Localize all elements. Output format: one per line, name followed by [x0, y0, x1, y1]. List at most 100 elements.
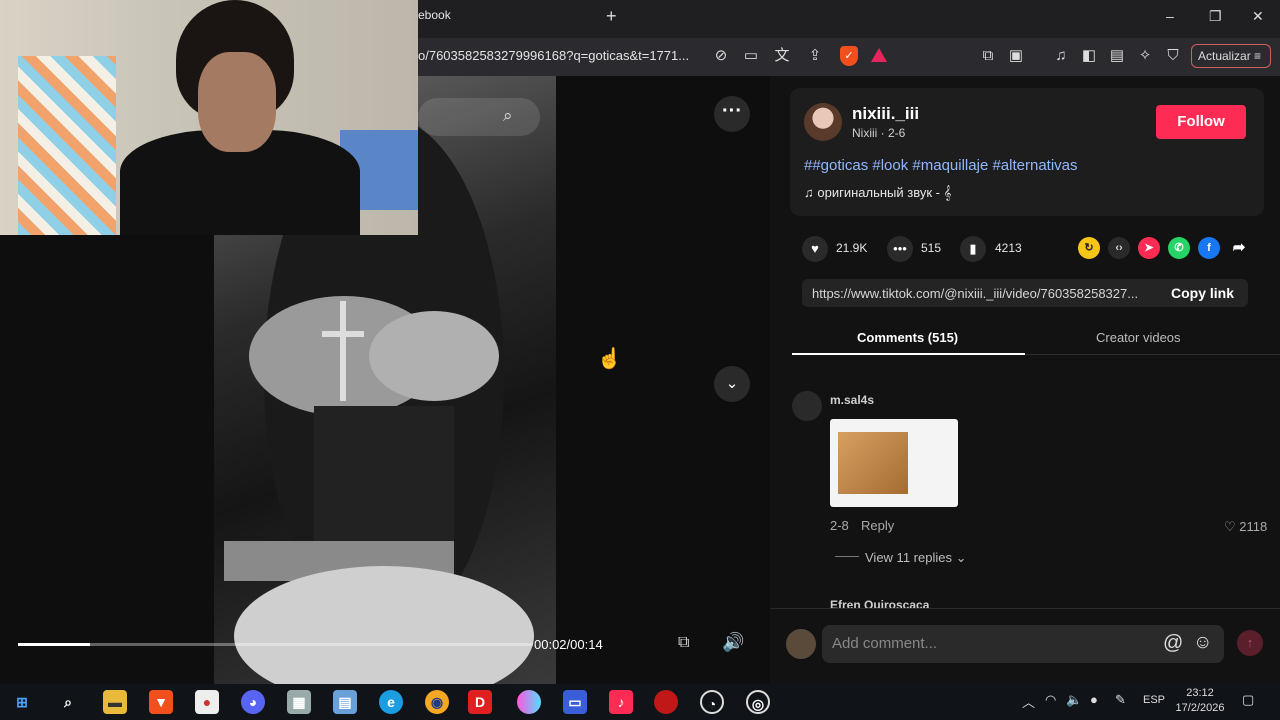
repost-icon[interactable]: ↻ — [1078, 237, 1100, 259]
view-replies-label: View 11 replies — [865, 550, 952, 565]
author-username[interactable]: nixiii._iii — [852, 104, 919, 124]
notification-icon[interactable]: ▢ — [1242, 692, 1254, 708]
tab-comments[interactable]: Comments (515) — [857, 330, 958, 345]
brave-browser-icon[interactable]: ▼ — [149, 690, 173, 714]
file-explorer-icon[interactable]: ▬ — [103, 690, 127, 714]
music-note-icon: ♫ — [804, 185, 818, 200]
webcam-background-curtain — [18, 56, 116, 235]
webcam-person-face — [198, 52, 276, 152]
new-tab-button[interactable]: + — [606, 6, 617, 27]
wallet-icon[interactable]: ▤ — [1107, 46, 1127, 66]
share-link-text[interactable]: https://www.tiktok.com/@nixiii._iii/vide… — [812, 286, 1154, 301]
comment-placeholder[interactable]: Add comment... — [832, 635, 937, 652]
copy-link-button[interactable]: Copy link — [1171, 285, 1234, 301]
sound-link[interactable]: ♫ оригинальный звук - 𝄞 — [804, 185, 951, 201]
app-icon[interactable]: ▦ — [287, 690, 311, 714]
comment-like-count: 2118 — [1239, 519, 1268, 534]
speaker-icon[interactable]: 🔈 — [1066, 692, 1082, 708]
comment-reply-button[interactable]: Reply — [861, 518, 894, 533]
webcam-overlay — [0, 0, 418, 235]
camera-app-icon[interactable]: ◎ — [746, 690, 770, 714]
like-count: 21.9K — [836, 241, 868, 255]
embed-icon[interactable]: ‹› — [1108, 237, 1130, 259]
send-comment-button[interactable]: ↑ — [1237, 630, 1263, 656]
minimize-button[interactable]: – — [1166, 8, 1174, 24]
time-display: 00:02/00:14 — [534, 637, 603, 652]
brave-shield-icon[interactable]: ✓ — [840, 46, 858, 66]
tab-creator-videos[interactable]: Creator videos — [1096, 330, 1181, 345]
clock[interactable]: 23:12 17/2/2026 — [1172, 686, 1228, 716]
app-icon[interactable]: ● — [195, 690, 219, 714]
emoji-icon[interactable]: ☺ — [1193, 632, 1212, 654]
tabs-active-indicator — [792, 353, 1025, 355]
comment-like[interactable]: ♡ 2118 — [1224, 519, 1267, 535]
update-label: Actualizar — [1198, 49, 1251, 63]
wifi-icon[interactable]: ◠ — [1045, 692, 1056, 708]
translate-icon[interactable]: 文 — [772, 46, 792, 66]
whatsapp-icon[interactable]: ✆ — [1168, 237, 1190, 259]
discord-icon[interactable]: ◕ — [241, 690, 265, 714]
sound-label: оригинальный звук - 𝄞 — [817, 185, 952, 200]
maximize-button[interactable]: ❐ — [1209, 8, 1222, 25]
tracking-off-icon[interactable]: ⊘ — [711, 46, 731, 66]
start-icon[interactable]: ⊞ — [10, 690, 34, 714]
chevron-down-icon: ⌄ — [955, 550, 967, 565]
update-button[interactable]: Actualizar ≡ — [1191, 44, 1271, 68]
comment-avatar[interactable] — [792, 391, 822, 421]
comment-username[interactable]: m.sal4s — [830, 393, 874, 407]
browser-tab-title[interactable]: ebook — [418, 8, 451, 22]
comment-image-box — [838, 432, 908, 494]
bookmark-icon[interactable]: ▮ — [960, 236, 986, 262]
view-replies-button[interactable]: View 11 replies ⌄ — [865, 550, 967, 566]
edge-icon[interactable]: e — [379, 690, 403, 714]
share-arrow-icon[interactable]: ➦ — [1228, 237, 1250, 259]
music-icon[interactable]: ♫ — [1051, 46, 1071, 66]
leo-ai-icon[interactable]: ✧ — [1135, 46, 1155, 66]
app-icon[interactable] — [654, 690, 678, 714]
comment-icon[interactable]: ••• — [887, 236, 913, 262]
vpn-icon[interactable]: ⛉ — [1163, 46, 1183, 66]
pen-icon[interactable]: ✎ — [1115, 692, 1126, 708]
share-page-icon[interactable]: ⇪ — [805, 46, 825, 66]
app-icon[interactable]: ▭ — [563, 690, 587, 714]
like-icon[interactable]: ♥ — [802, 236, 828, 262]
progress-fill — [18, 643, 91, 646]
author-nickname-date: Nixiii · 2-6 — [852, 126, 906, 140]
view-replies-line — [835, 556, 859, 557]
windows-taskbar — [0, 684, 1280, 720]
clock-date: 17/2/2026 — [1175, 702, 1225, 714]
notepad-icon[interactable]: ▤ — [333, 690, 357, 714]
app-icon[interactable]: ◔ — [700, 690, 724, 714]
app-icon[interactable] — [517, 690, 541, 714]
close-window-button[interactable]: ✕ — [1252, 8, 1264, 25]
taskbar-search-icon[interactable]: ⌕ — [56, 690, 80, 714]
screenshot-icon[interactable]: ▣ — [1006, 46, 1026, 66]
sidebar-icon[interactable]: ◧ — [1079, 46, 1099, 66]
facebook-icon[interactable]: f — [1198, 237, 1220, 259]
next-video-button[interactable]: ⌄ — [714, 366, 750, 402]
picture-in-picture-icon[interactable]: ⧉ — [678, 634, 689, 652]
app-icon[interactable]: D — [468, 690, 492, 714]
search-icon[interactable]: ⌕ — [503, 106, 513, 126]
more-options-button[interactable]: ··· — [714, 96, 750, 132]
follow-button[interactable]: Follow — [1156, 105, 1246, 139]
extensions-icon[interactable]: ⧉ — [978, 46, 998, 66]
tray-expand-icon[interactable]: ︿ — [1022, 692, 1035, 711]
tiktok-icon[interactable]: ♪ — [609, 690, 633, 714]
cast-icon[interactable]: ▭ — [741, 46, 761, 66]
brave-rewards-icon[interactable] — [871, 48, 887, 62]
progress-track[interactable] — [18, 643, 533, 646]
hashtags[interactable]: ##goticas #look #maquillaje #alternativa… — [804, 157, 1078, 174]
send-to-friends-icon[interactable]: ➤ — [1138, 237, 1160, 259]
save-count: 4213 — [995, 241, 1022, 255]
mention-icon[interactable]: @ — [1163, 632, 1183, 655]
video-search-box[interactable] — [418, 98, 540, 136]
hand-cursor-icon: ☝ — [597, 348, 622, 370]
app-icon[interactable]: ◉ — [425, 690, 449, 714]
volume-icon[interactable]: 🔊 — [722, 632, 744, 653]
language-indicator[interactable]: ESP — [1143, 694, 1165, 706]
address-bar[interactable]: o/7603582583279996168?q=goticas&t=1771..… — [418, 48, 689, 63]
author-avatar[interactable] — [804, 103, 842, 141]
my-avatar — [786, 629, 816, 659]
microphone-icon[interactable]: ● — [1090, 692, 1098, 707]
